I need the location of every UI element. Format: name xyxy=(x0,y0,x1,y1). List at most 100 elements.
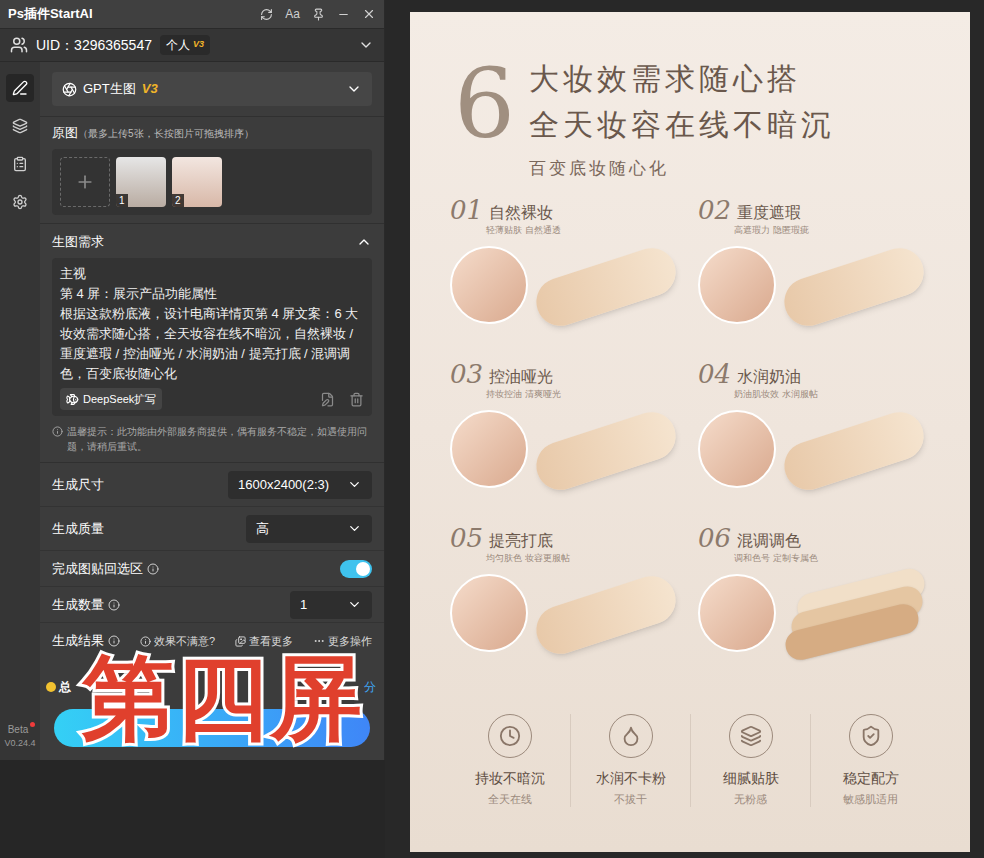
chevron-icon xyxy=(347,597,362,612)
droplet-icon xyxy=(620,725,642,747)
add-image[interactable] xyxy=(60,157,110,207)
overlay-caption: 第四屏 xyxy=(82,652,364,744)
pin-icon[interactable] xyxy=(312,8,325,21)
skin-photo xyxy=(698,574,776,652)
subtitle: 百变底妆随心化 xyxy=(529,156,835,182)
swatch xyxy=(776,245,926,325)
feature: 稳定配方敏感肌适用 xyxy=(810,714,930,808)
feature: 细腻贴肤无粉感 xyxy=(690,714,810,808)
swatch-mix xyxy=(776,573,926,653)
canvas-area: 6 大妆效需求随心搭全天妆容在线不暗沉百变底妆随心化 01自然裸妆轻薄贴肤 自然通透… xyxy=(385,0,984,858)
clipboard-icon xyxy=(12,156,28,172)
effect-card: 04水润奶油奶油肌妆效 水润服帖 xyxy=(698,360,930,518)
image-index: 1 xyxy=(116,194,128,207)
swatch xyxy=(528,245,678,325)
chevron-icon xyxy=(347,477,362,492)
chevron-icon xyxy=(347,521,362,536)
gpt-icon xyxy=(62,82,77,97)
info-icon xyxy=(52,426,63,437)
layers-icon xyxy=(12,118,28,134)
model-select[interactable]: GPT生图V3 xyxy=(52,72,372,106)
sidebar-item[interactable] xyxy=(6,74,34,102)
setting-row: 生成数量1 xyxy=(40,587,384,623)
font-button[interactable]: Aa xyxy=(285,5,300,23)
beta-label: Beta xyxy=(8,722,33,737)
setting-row: 生成质量高 xyxy=(40,507,384,551)
image-thumbnail[interactable]: 1 xyxy=(116,157,166,207)
skin-photo xyxy=(450,246,528,324)
setting-row: 完成图贴回选区 xyxy=(40,551,384,587)
chevron-icon xyxy=(346,81,362,97)
select[interactable]: 1 xyxy=(290,591,372,619)
prompt-section: 生图需求主视第 4 屏：展示产品功能属性根据这款粉底液，设计电商详情页第 4 屏… xyxy=(40,224,384,463)
edit-icon xyxy=(12,80,28,96)
clock-icon xyxy=(499,725,521,747)
trash-icon[interactable] xyxy=(349,392,364,407)
info-icon xyxy=(140,636,151,647)
plus-icon xyxy=(75,172,95,192)
uid: UID：3296365547 xyxy=(36,35,152,56)
info-icon xyxy=(108,599,120,611)
users-icon xyxy=(10,36,28,54)
history-icon[interactable] xyxy=(320,392,335,407)
app: Ps插件StartAI Aa UID：3296365547 个人V3 BetaV0.24… xyxy=(0,0,984,858)
toggle[interactable] xyxy=(340,560,372,578)
big-number: 6 xyxy=(454,56,515,182)
poster: 6 大妆效需求随心搭全天妆容在线不暗沉百变底妆随心化 01自然裸妆轻薄贴肤 自然通透… xyxy=(410,12,970,852)
headline: 全天妆容在线不暗沉 xyxy=(529,102,835,148)
effect-card: 05提亮打底均匀肤色 妆容更服帖 xyxy=(450,524,682,682)
notice: 温馨提示：此功能由外部服务商提供，偶有服务不稳定，如遇使用问题，请稍后重试。 xyxy=(52,424,372,454)
skin-photo xyxy=(698,246,776,324)
ellipsis-icon xyxy=(313,635,325,647)
sidebar: BetaV0.24.4 xyxy=(0,62,40,760)
image-index: 2 xyxy=(172,194,184,207)
select[interactable]: 1600x2400(2:3) xyxy=(228,471,372,499)
feature: 持妆不暗沉全天在线 xyxy=(450,714,570,808)
sidebar-item[interactable] xyxy=(6,150,34,178)
sidebar-item[interactable] xyxy=(6,188,34,216)
refresh-icon[interactable] xyxy=(260,8,273,21)
more-actions[interactable]: 更多操作 xyxy=(313,633,372,650)
swatch xyxy=(528,409,678,489)
select[interactable]: 高 xyxy=(246,515,372,543)
recharge-link[interactable]: 分 xyxy=(364,678,376,696)
image-thumbnail[interactable]: 2 xyxy=(172,157,222,207)
skin-photo xyxy=(450,410,528,488)
beta-dot xyxy=(30,722,35,727)
prompt-textarea[interactable]: 主视第 4 屏：展示产品功能属性根据这款粉底液，设计电商详情页第 4 屏文案：6… xyxy=(52,258,372,416)
close-icon[interactable] xyxy=(362,7,376,21)
info-icon xyxy=(108,635,120,647)
view-more[interactable]: 查看更多 xyxy=(235,633,293,650)
window-title: Ps插件StartAI xyxy=(8,4,93,24)
coin-icon xyxy=(46,682,56,692)
minimize-icon[interactable] xyxy=(337,8,350,21)
collapse-icon[interactable] xyxy=(356,234,372,250)
deepseek-icon xyxy=(66,393,79,406)
headline: 大妆效需求随心搭 xyxy=(529,56,835,102)
effect-card: 01自然裸妆轻薄贴肤 自然通透 xyxy=(450,196,682,354)
effects-grid: 01自然裸妆轻薄贴肤 自然通透02重度遮瑕高遮瑕力 隐匿瑕疵03控油哑光持妆控油… xyxy=(410,196,970,682)
images-icon xyxy=(235,636,246,647)
source-images: 原图（最多上传5张，长按图片可拖拽排序）12 xyxy=(40,117,384,224)
sidebar-item[interactable] xyxy=(6,112,34,140)
plan-badge: 个人V3 xyxy=(160,35,210,55)
feature: 水润不卡粉不拔干 xyxy=(570,714,690,808)
feedback-link[interactable]: 效果不满意? xyxy=(140,633,215,650)
plugin-panel: Ps插件StartAI Aa UID：3296365547 个人V3 BetaV0.24… xyxy=(0,0,385,760)
settings-icon xyxy=(12,194,28,210)
deepseek-button[interactable]: DeepSeek扩写 xyxy=(60,388,162,410)
version: V0.24.4 xyxy=(4,737,35,751)
skin-photo xyxy=(450,574,528,652)
user-chevron-icon[interactable] xyxy=(358,37,374,53)
setting-row: 生成尺寸1600x2400(2:3) xyxy=(40,463,384,507)
swatch xyxy=(776,409,926,489)
swatch xyxy=(528,573,678,653)
effect-card: 06混调调色调和色号 定制专属色 xyxy=(698,524,930,682)
effect-card: 03控油哑光持妆控油 清爽哑光 xyxy=(450,360,682,518)
user-row: UID：3296365547 个人V3 xyxy=(0,28,384,62)
info-icon xyxy=(147,563,159,575)
features-bar: 持妆不暗沉全天在线水润不卡粉不拔干细腻贴肤无粉感稳定配方敏感肌适用 xyxy=(450,700,930,822)
skin-photo xyxy=(698,410,776,488)
layers-icon xyxy=(740,725,762,747)
shield-icon xyxy=(860,725,882,747)
